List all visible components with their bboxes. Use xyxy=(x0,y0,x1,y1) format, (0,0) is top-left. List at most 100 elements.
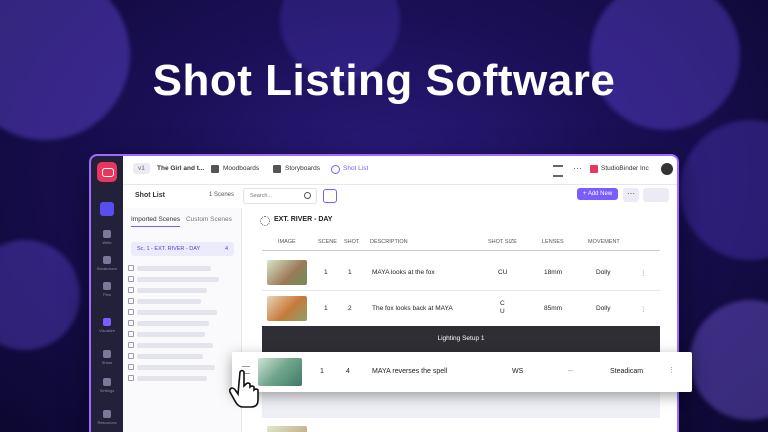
rail-resources[interactable]: Resources xyxy=(91,410,123,425)
avatar[interactable] xyxy=(661,163,673,175)
tab-storyboards[interactable]: Storyboards xyxy=(285,165,320,172)
scene-checkbox-icon[interactable] xyxy=(128,298,134,304)
scene-icon xyxy=(260,216,270,226)
scene-placeholder-bar xyxy=(137,299,201,304)
search-input[interactable] xyxy=(248,192,302,200)
tab-imported-scenes[interactable]: Imported Scenes xyxy=(131,216,181,227)
scene-placeholder-bar xyxy=(137,354,203,359)
scene-checkbox-icon[interactable] xyxy=(128,342,134,348)
scene-placeholder-bar xyxy=(137,310,217,315)
row-menu-icon[interactable]: ⋮ xyxy=(640,269,647,277)
cell-scene[interactable]: 1 xyxy=(324,269,328,276)
cell-scene[interactable]: 1 xyxy=(320,368,324,375)
rail-visualize[interactable]: Visualize xyxy=(91,318,123,333)
rail-label: Share xyxy=(101,360,113,365)
version-badge[interactable]: v1 xyxy=(133,163,150,174)
studio-logo-icon xyxy=(590,165,598,173)
col-image: IMAGE xyxy=(278,239,296,245)
col-movement: MOVEMENT xyxy=(588,239,620,245)
cell-shot[interactable]: 1 xyxy=(348,269,352,276)
cell-description[interactable]: MAYA looks at the fox xyxy=(372,269,435,276)
more-icon[interactable]: ⋯ xyxy=(573,163,582,174)
account-name[interactable]: StudioBinder Inc xyxy=(601,165,649,172)
project-name[interactable]: The Girl and t... xyxy=(157,165,204,172)
cell-lenses[interactable]: 85mm xyxy=(544,305,562,312)
table-header: IMAGE SCENE SHOT DESCRIPTION SHOT SIZE L… xyxy=(262,234,660,251)
drop-placeholder xyxy=(262,390,660,418)
scene-placeholder-bar xyxy=(137,277,219,282)
book-icon xyxy=(103,410,111,418)
headline: Shot Listing Software xyxy=(152,56,616,105)
scene-sidebar: Imported Scenes Custom Scenes Sc. 1 - EX… xyxy=(123,208,242,432)
table-row[interactable]: 1 1 MAYA looks at the fox CU 18mm Dolly … xyxy=(262,256,660,291)
col-description: DESCRIPTION xyxy=(370,239,408,245)
rail-settings[interactable]: Settings xyxy=(91,378,123,393)
scene-item[interactable]: Sc. 1 - EXT. RIVER - DAY 4 xyxy=(131,242,234,256)
top-nav: v1 The Girl and t... Moodboards Storyboa… xyxy=(123,156,677,185)
table-row[interactable]: 1 2 The fox looks back at MAYA C U 85mm … xyxy=(262,292,660,327)
scene-checkbox-icon[interactable] xyxy=(128,353,134,359)
rail-home[interactable] xyxy=(91,202,123,216)
scene-label: Sc. 1 - EXT. RIVER - DAY xyxy=(137,246,201,252)
cell-lenses[interactable]: 18mm xyxy=(544,269,562,276)
rail-share[interactable]: Share xyxy=(91,350,123,365)
scene-placeholder-bar xyxy=(137,365,215,370)
col-lenses: LENSES xyxy=(542,239,564,245)
cell-lenses[interactable]: -- xyxy=(568,368,573,375)
rail-label: Plan xyxy=(102,292,111,297)
shot-thumbnail[interactable] xyxy=(258,358,302,386)
scene-checkbox-icon[interactable] xyxy=(128,320,134,326)
cell-shot[interactable]: 4 xyxy=(346,368,350,375)
rail-label: Resources xyxy=(97,420,117,425)
row-menu-icon[interactable]: ⋮ xyxy=(668,366,675,374)
row-menu-icon[interactable]: ⋮ xyxy=(640,305,647,313)
scene-checkbox-icon[interactable] xyxy=(128,309,134,315)
cell-movement[interactable]: Dolly xyxy=(596,305,610,312)
cell-shot-size[interactable]: CU xyxy=(498,269,507,276)
expand-icon[interactable] xyxy=(323,189,337,203)
panel-toggle-icon[interactable] xyxy=(553,165,563,177)
more-options-icon[interactable]: ⋯ xyxy=(623,188,639,202)
scene-count: 4 xyxy=(224,246,228,252)
cell-movement[interactable]: Dolly xyxy=(596,269,610,276)
scene-checkbox-icon[interactable] xyxy=(128,287,134,293)
scene-checkbox-icon[interactable] xyxy=(128,375,134,381)
shotlist-icon xyxy=(331,165,340,174)
cell-movement[interactable]: Steadicam xyxy=(610,368,643,375)
tab-custom-scenes[interactable]: Custom Scenes xyxy=(186,216,232,223)
dragged-row[interactable]: 1 4 MAYA reverses the spell WS -- Steadi… xyxy=(232,352,692,392)
scene-checkbox-icon[interactable] xyxy=(128,331,134,337)
cell-shot-size[interactable]: WS xyxy=(512,368,523,375)
view-toggle-button[interactable] xyxy=(643,188,669,202)
cell-description[interactable]: MAYA reverses the spell xyxy=(372,368,447,375)
cell-scene[interactable]: 1 xyxy=(324,305,328,312)
shot-thumbnail[interactable] xyxy=(267,426,307,432)
scene-placeholder-bar xyxy=(137,343,213,348)
storyboard-icon xyxy=(273,165,281,173)
cell-shot[interactable]: 2 xyxy=(348,305,352,312)
cell-description[interactable]: The fox looks back at MAYA xyxy=(372,305,453,312)
add-new-button[interactable]: + Add New xyxy=(577,188,619,200)
studiobinder-logo-icon[interactable] xyxy=(97,162,117,182)
col-scene: SCENE xyxy=(318,239,337,245)
scene-checkbox-icon[interactable] xyxy=(128,265,134,271)
scene-placeholder-bar xyxy=(137,288,207,293)
gear-icon xyxy=(103,378,111,386)
search-icon xyxy=(304,192,311,199)
scene-checkbox-icon[interactable] xyxy=(128,276,134,282)
tab-shot-list[interactable]: Shot List xyxy=(343,165,368,172)
lighting-setup-divider[interactable]: Lighting Setup 1 xyxy=(262,326,660,352)
scene-checkbox-icon[interactable] xyxy=(128,364,134,370)
tab-moodboards[interactable]: Moodboards xyxy=(223,165,259,172)
search-box[interactable] xyxy=(243,188,317,204)
scene-placeholder-bar xyxy=(137,376,207,381)
cell-shot-size[interactable]: C U xyxy=(500,300,505,316)
rail-write[interactable]: Write xyxy=(91,230,123,245)
rail-breakdown[interactable]: Breakdown xyxy=(91,256,123,271)
rail-plan[interactable]: Plan xyxy=(91,282,123,297)
hand-cursor-icon xyxy=(228,369,259,408)
scenes-count: 1 Scenes xyxy=(209,192,235,198)
shot-thumbnail[interactable] xyxy=(267,260,307,285)
calendar-icon xyxy=(103,282,111,290)
shot-thumbnail[interactable] xyxy=(267,296,307,321)
